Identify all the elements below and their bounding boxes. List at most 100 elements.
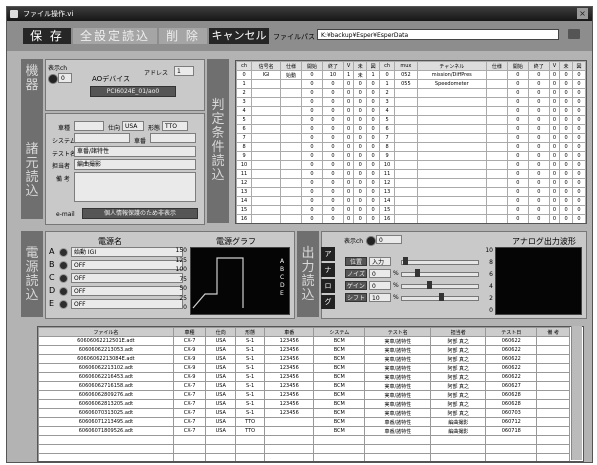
judge-cell[interactable] [485,106,508,116]
judge-cell[interactable]: 13 [379,187,396,197]
judge-cell[interactable]: 0 [527,169,550,179]
file-cell[interactable]: 阿部 真之 [430,372,487,382]
file-cell[interactable]: 60606071809526.adt [38,426,174,436]
file-cell[interactable] [172,435,207,445]
judge-cell[interactable]: 052 [394,70,418,80]
judge-cell[interactable]: 0 [506,214,529,223]
judge-cell[interactable] [416,160,487,170]
judge-cell[interactable]: 0 [342,133,355,143]
judge-cell[interactable]: 0 [353,124,368,134]
test-name-field[interactable]: 車番/諸特性 [74,146,196,157]
file-cell[interactable] [38,453,174,461]
file-cell[interactable]: 060718 [485,426,538,436]
file-cell[interactable]: 阿部 真之 [430,345,487,355]
judge-cell[interactable]: 0 [366,214,381,223]
judge-cell[interactable]: 13 [236,187,253,197]
judge-cell[interactable] [416,196,487,206]
file-cell[interactable]: BCM [313,372,366,382]
file-cell[interactable] [235,453,266,461]
judge-cell[interactable]: 0 [506,88,529,98]
judge-cell[interactable]: 0 [321,205,344,215]
slider-knob-icon[interactable] [439,293,444,301]
file-cell[interactable]: 阿部 真之 [430,336,487,346]
file-cell[interactable]: 阿部 真之 [430,363,487,373]
file-header-cell[interactable]: テスト名 [364,327,432,337]
judge-cell[interactable]: 0 [527,160,550,170]
file-cell[interactable] [536,354,570,364]
file-cell[interactable]: CX-9 [172,363,207,373]
power-source-name[interactable]: OFF [71,273,183,283]
judge-cell[interactable]: 9 [379,151,396,161]
file-cell[interactable]: 123456 [264,381,315,391]
judge-cell[interactable]: 0 [342,205,355,215]
judge-cell[interactable]: 0 [559,97,573,107]
file-cell[interactable] [536,417,570,427]
judge-cell[interactable]: 0 [321,178,344,188]
file-cell[interactable] [172,453,207,461]
judge-cell[interactable] [251,205,282,215]
judge-cell[interactable]: 8 [379,142,396,152]
judge-cell[interactable] [280,205,303,215]
output-display-ch-value[interactable]: 0 [376,235,402,244]
file-cell[interactable]: TTO [235,426,266,436]
file-cell[interactable]: 実車/諸特性 [364,408,432,418]
file-row[interactable]: 60606062213084E.adt CX-9 USA S-1 123456 BCM 実車… [38,354,570,364]
judge-cell[interactable]: 0 [321,187,344,197]
judge-cell[interactable]: 0 [342,115,355,125]
judge-cell[interactable]: 0 [548,169,561,179]
judge-cell[interactable] [251,151,282,161]
judge-cell[interactable]: 0 [366,88,381,98]
power-source-row[interactable]: E OFF [49,299,189,309]
power-source-name[interactable]: OFF [71,299,183,309]
file-cell[interactable]: 123456 [264,354,315,364]
file-cell[interactable] [536,399,570,409]
judge-cell[interactable]: 0 [301,142,323,152]
file-cell[interactable] [536,426,570,436]
judge-cell[interactable]: 6 [236,124,253,134]
judge-cell[interactable]: 0 [527,115,550,125]
judge-cell[interactable]: 0 [571,214,586,223]
judge-cell[interactable]: 0 [506,115,529,125]
file-cell[interactable]: 123456 [264,363,315,373]
judge-cell[interactable]: 未 [353,70,368,80]
judge-cell[interactable]: 1 [366,70,381,80]
file-cell[interactable]: USA [205,363,237,373]
file-cell[interactable] [264,426,315,436]
judge-cell[interactable] [394,178,418,188]
file-cell[interactable]: 60606062212501E.adt [38,336,174,346]
judge-cell[interactable] [251,124,282,134]
judge-cell[interactable]: 0 [506,151,529,161]
file-cell[interactable]: USA [205,408,237,418]
judge-cell[interactable]: 0 [548,196,561,206]
file-cell[interactable]: 実車/諸特性 [364,345,432,355]
file-cell[interactable] [536,444,570,454]
judge-cell[interactable]: 0 [527,88,550,98]
judge-cell[interactable]: 7 [379,133,396,143]
file-cell[interactable]: TTO [235,417,266,427]
display-ch-value[interactable]: 0 [58,73,72,83]
judge-cell[interactable]: 0 [236,70,253,80]
file-cell[interactable] [364,444,432,454]
judge-cell[interactable]: 10 [236,160,253,170]
judge-cell[interactable]: 0 [506,196,529,206]
judge-cell[interactable]: 0 [366,97,381,107]
judge-cell[interactable]: 0 [301,88,323,98]
judge-cell[interactable] [280,196,303,206]
judge-cell[interactable]: 8 [236,142,253,152]
file-path-input[interactable]: K:¥backup¥Esper¥EsperData [317,29,559,40]
judge-cell[interactable] [251,79,282,89]
judge-cell[interactable]: 0 [353,196,368,206]
judge-cell[interactable]: 0 [506,70,529,80]
judge-cell[interactable] [485,97,508,107]
judge-cell[interactable]: 16 [379,214,396,223]
judge-cell[interactable] [251,169,282,179]
judge-cell[interactable]: 0 [527,178,550,188]
file-cell[interactable]: 阿部 真之 [430,408,487,418]
file-cell[interactable]: 阿部 真之 [430,381,487,391]
judge-cell[interactable]: 0 [571,142,586,152]
judge-cell[interactable]: 0 [559,169,573,179]
judge-cell[interactable]: 1 [379,79,396,89]
address-value[interactable]: 1 [174,66,194,76]
judge-cell[interactable]: 0 [321,79,344,89]
file-cell[interactable]: BCM [313,381,366,391]
